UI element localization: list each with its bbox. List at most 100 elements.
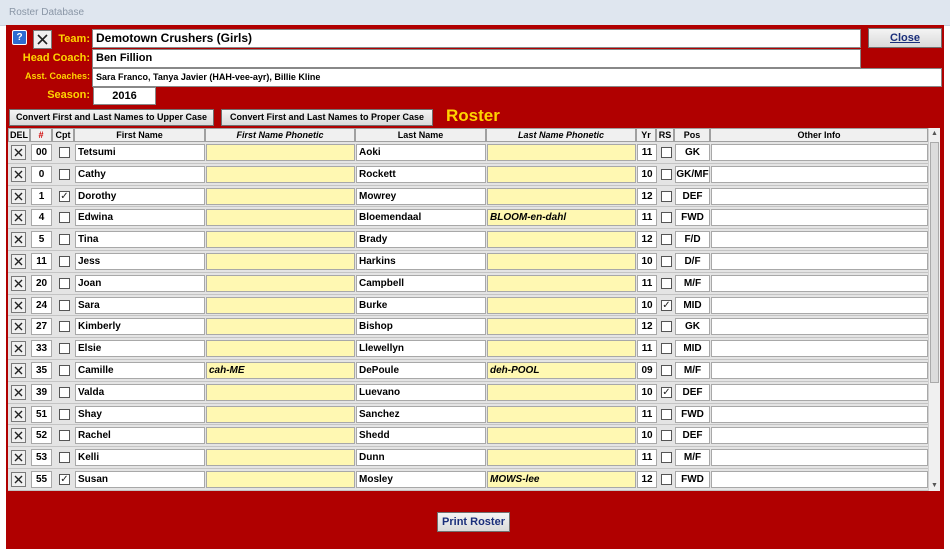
help-icon[interactable]: ? — [12, 30, 27, 45]
year-cell[interactable]: 11 — [637, 274, 657, 292]
number-cell[interactable]: 27 — [31, 318, 52, 336]
position-cell[interactable]: MID — [675, 296, 710, 314]
position-cell[interactable]: DEF — [675, 187, 710, 205]
first-phonetic-cell[interactable] — [206, 274, 355, 292]
rs-checkbox[interactable] — [661, 321, 672, 333]
last-phonetic-cell[interactable] — [487, 165, 636, 183]
captain-checkbox[interactable] — [59, 147, 70, 158]
year-cell[interactable]: 12 — [637, 187, 657, 205]
captain-checkbox[interactable] — [59, 430, 70, 442]
captain-checkbox[interactable] — [59, 408, 70, 420]
last-name-cell[interactable]: Bishop — [356, 318, 486, 336]
position-cell[interactable]: DEF — [675, 383, 710, 401]
last-name-cell[interactable]: DePoule — [356, 362, 486, 379]
other-info-cell[interactable] — [711, 471, 928, 488]
last-name-cell[interactable]: Luevano — [356, 383, 486, 401]
captain-checkbox[interactable]: ✓ — [59, 474, 70, 485]
captain-checkbox[interactable] — [59, 321, 70, 333]
delete-row-button[interactable] — [11, 450, 26, 466]
first-phonetic-cell[interactable] — [206, 209, 355, 227]
delete-row-button[interactable] — [11, 341, 26, 357]
first-name-cell[interactable]: Joan — [75, 274, 205, 292]
last-name-cell[interactable]: Shedd — [356, 427, 486, 445]
number-cell[interactable]: 00 — [31, 144, 52, 161]
year-cell[interactable]: 12 — [637, 318, 657, 336]
delete-team-button[interactable] — [33, 30, 52, 49]
delete-row-button[interactable] — [11, 428, 26, 444]
number-cell[interactable]: 5 — [31, 231, 52, 249]
number-cell[interactable]: 20 — [31, 274, 52, 292]
scroll-down-icon[interactable]: ▼ — [929, 480, 940, 491]
number-cell[interactable]: 55 — [31, 471, 52, 488]
last-phonetic-cell[interactable] — [487, 383, 636, 401]
year-cell[interactable]: 10 — [637, 427, 657, 445]
first-phonetic-cell[interactable] — [206, 383, 355, 401]
rs-checkbox[interactable] — [661, 474, 672, 485]
position-cell[interactable]: FWD — [675, 405, 710, 423]
first-name-cell[interactable]: Elsie — [75, 340, 205, 358]
year-cell[interactable]: 10 — [637, 165, 657, 183]
last-name-cell[interactable]: Rockett — [356, 165, 486, 183]
other-info-cell[interactable] — [711, 274, 928, 292]
last-phonetic-cell[interactable] — [487, 405, 636, 423]
year-cell[interactable]: 12 — [637, 471, 657, 488]
other-info-cell[interactable] — [711, 405, 928, 423]
last-phonetic-cell[interactable] — [487, 296, 636, 314]
delete-row-button[interactable] — [11, 145, 26, 160]
number-cell[interactable]: 35 — [31, 362, 52, 379]
number-cell[interactable]: 53 — [31, 449, 52, 467]
last-phonetic-cell[interactable] — [487, 318, 636, 336]
rs-checkbox[interactable] — [661, 212, 672, 224]
other-info-cell[interactable] — [711, 362, 928, 379]
last-phonetic-cell[interactable] — [487, 340, 636, 358]
rs-checkbox[interactable] — [661, 452, 672, 464]
first-phonetic-cell[interactable]: cah-ME — [206, 362, 355, 379]
year-cell[interactable]: 09 — [637, 362, 657, 379]
first-phonetic-cell[interactable] — [206, 296, 355, 314]
rs-checkbox[interactable] — [661, 234, 672, 246]
first-name-cell[interactable]: Rachel — [75, 427, 205, 445]
last-name-cell[interactable]: Mowrey — [356, 187, 486, 205]
first-phonetic-cell[interactable] — [206, 144, 355, 161]
number-cell[interactable]: 1 — [31, 187, 52, 205]
first-phonetic-cell[interactable] — [206, 187, 355, 205]
position-cell[interactable]: M/F — [675, 362, 710, 379]
number-cell[interactable]: 4 — [31, 209, 52, 227]
first-name-cell[interactable]: Kimberly — [75, 318, 205, 336]
rs-checkbox[interactable]: ✓ — [661, 299, 672, 311]
asst-coaches-field[interactable]: Sara Franco, Tanya Javier (HAH-vee-ayr),… — [92, 68, 942, 87]
head-coach-field[interactable]: Ben Fillion — [92, 49, 861, 68]
last-phonetic-cell[interactable]: BLOOM-en-dahl — [487, 209, 636, 227]
captain-checkbox[interactable] — [59, 234, 70, 246]
last-phonetic-cell[interactable]: MOWS-lee — [487, 471, 636, 488]
delete-row-button[interactable] — [11, 166, 26, 182]
position-cell[interactable]: GK — [675, 318, 710, 336]
rs-checkbox[interactable] — [661, 147, 672, 158]
captain-checkbox[interactable] — [59, 299, 70, 311]
position-cell[interactable]: MID — [675, 340, 710, 358]
delete-row-button[interactable] — [11, 472, 26, 487]
last-phonetic-cell[interactable] — [487, 144, 636, 161]
last-name-cell[interactable]: Harkins — [356, 253, 486, 270]
position-cell[interactable]: FWD — [675, 209, 710, 227]
number-cell[interactable]: 52 — [31, 427, 52, 445]
number-cell[interactable]: 33 — [31, 340, 52, 358]
position-cell[interactable]: F/D — [675, 231, 710, 249]
first-phonetic-cell[interactable] — [206, 165, 355, 183]
year-cell[interactable]: 11 — [637, 209, 657, 227]
first-name-cell[interactable]: Dorothy — [75, 187, 205, 205]
last-name-cell[interactable]: Sanchez — [356, 405, 486, 423]
captain-checkbox[interactable] — [59, 256, 70, 267]
rs-checkbox[interactable] — [661, 277, 672, 289]
year-cell[interactable]: 10 — [637, 296, 657, 314]
last-name-cell[interactable]: Llewellyn — [356, 340, 486, 358]
last-name-cell[interactable]: Campbell — [356, 274, 486, 292]
print-roster-button[interactable]: Print Roster — [437, 512, 510, 532]
captain-checkbox[interactable] — [59, 386, 70, 398]
first-name-cell[interactable]: Jess — [75, 253, 205, 270]
captain-checkbox[interactable] — [59, 343, 70, 355]
position-cell[interactable]: DEF — [675, 427, 710, 445]
first-phonetic-cell[interactable] — [206, 253, 355, 270]
year-cell[interactable]: 12 — [637, 231, 657, 249]
year-cell[interactable]: 11 — [637, 144, 657, 161]
